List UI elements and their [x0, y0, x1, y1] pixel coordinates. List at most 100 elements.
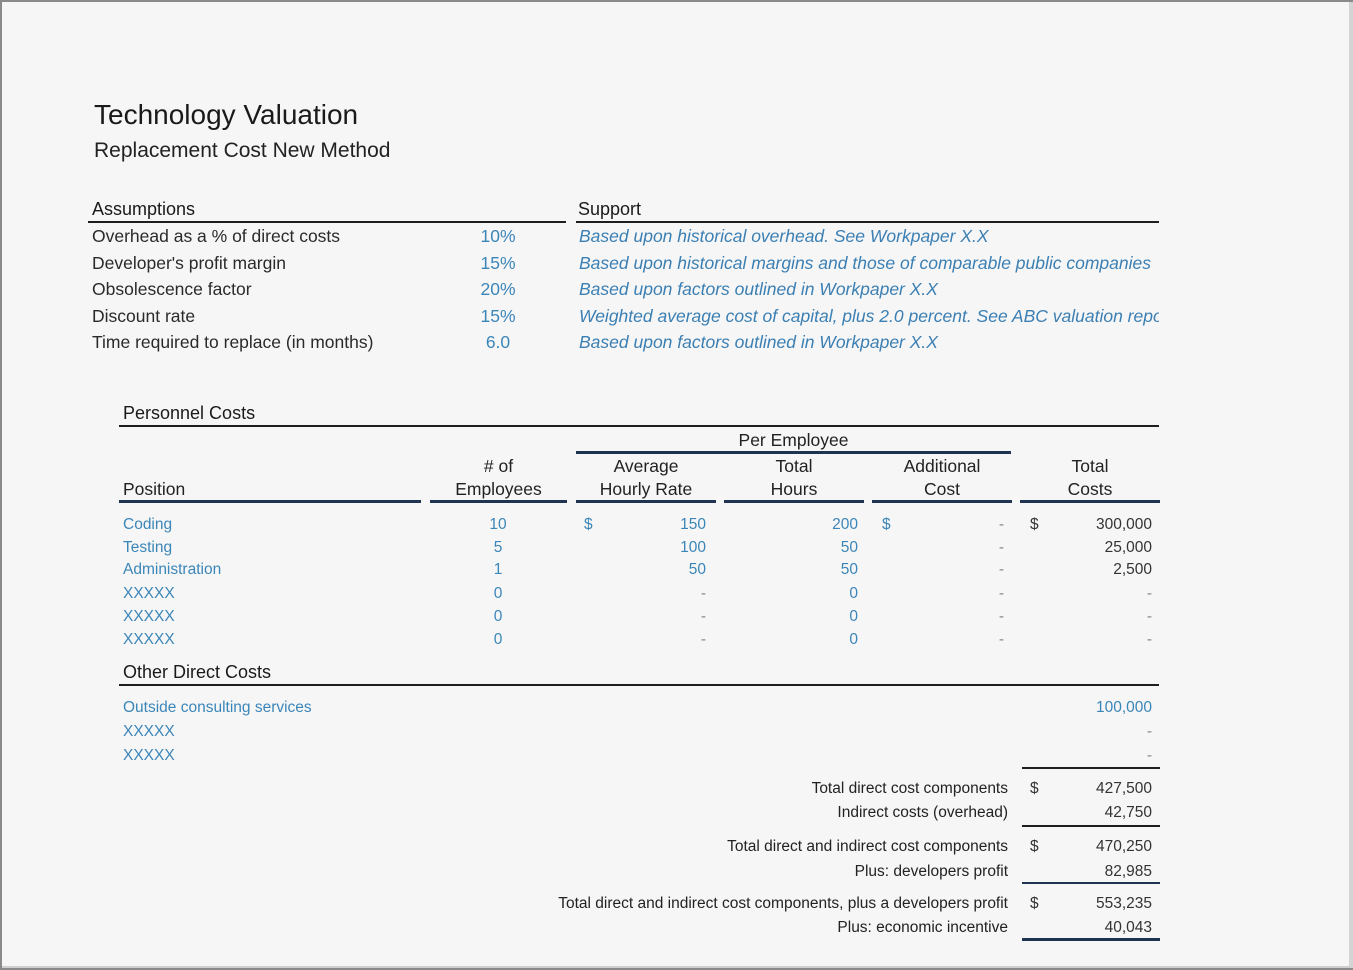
- hourly-rate-cell[interactable]: 100: [606, 539, 706, 557]
- assumption-value[interactable]: 15%: [468, 253, 528, 274]
- personnel-costs-header: Personnel Costs: [123, 403, 256, 423]
- per-employee-rule: [576, 451, 1011, 454]
- page-subtitle: Replacement Cost New Method: [94, 139, 391, 162]
- assumption-support[interactable]: Based upon historical overhead. See Work…: [579, 226, 1159, 247]
- additional-cost-cell[interactable]: -: [904, 516, 1004, 534]
- column-header-line: Cost: [924, 479, 960, 499]
- employees-cell[interactable]: 0: [468, 585, 528, 603]
- summary-value: 470,250: [1095, 838, 1152, 855]
- column-header-position: Position: [123, 479, 186, 499]
- summary-double-rule: [1022, 938, 1160, 941]
- per-employee-header: Per Employee: [738, 430, 849, 450]
- total-hours-cell[interactable]: 0: [758, 608, 858, 626]
- position-cell[interactable]: XXXXX: [123, 608, 175, 626]
- additional-cost-cell[interactable]: -: [904, 561, 1004, 579]
- assumption-label: Obsolescence factor: [92, 279, 252, 299]
- employees-cell[interactable]: 0: [468, 631, 528, 649]
- currency-symbol: $: [584, 516, 593, 533]
- additional-cost-cell[interactable]: -: [904, 585, 1004, 603]
- assumption-value[interactable]: 20%: [468, 279, 528, 300]
- assumption-support[interactable]: Based upon factors outlined in Workpaper…: [579, 279, 1159, 300]
- assumption-label: Developer's profit margin: [92, 253, 286, 273]
- total-hours-cell[interactable]: 50: [758, 561, 858, 579]
- summary-rule: [1022, 825, 1160, 827]
- assumption-label: Overhead as a % of direct costs: [92, 226, 341, 246]
- other-direct-label[interactable]: XXXXX: [123, 723, 175, 741]
- column-header-line: # of: [483, 456, 514, 476]
- total-costs-cell: -: [1146, 608, 1152, 625]
- additional-cost-cell[interactable]: -: [904, 539, 1004, 557]
- other-direct-label[interactable]: XXXXX: [123, 747, 175, 765]
- column-rule-additional-cost: [872, 500, 1012, 503]
- total-costs-cell: 2,500: [1113, 561, 1152, 578]
- column-header-line: Hours: [770, 479, 818, 499]
- assumption-value[interactable]: 6.0: [468, 332, 528, 353]
- position-cell[interactable]: Testing: [123, 539, 172, 557]
- additional-cost-cell[interactable]: -: [904, 608, 1004, 626]
- column-rule-hourly-rate: [576, 500, 716, 503]
- column-header-total-hours: Total Hours: [724, 455, 864, 501]
- total-costs-cell: 25,000: [1104, 539, 1152, 556]
- other-direct-value[interactable]: -: [1042, 723, 1152, 741]
- employees-cell[interactable]: 5: [468, 539, 528, 557]
- column-header-additional-cost: Additional Cost: [872, 455, 1012, 501]
- assumption-support[interactable]: Weighted average cost of capital, plus 2…: [579, 306, 1159, 327]
- worksheet-page: Technology Valuation Replacement Cost Ne…: [2, 2, 1353, 968]
- additional-cost-cell[interactable]: -: [904, 631, 1004, 649]
- summary-label: Indirect costs (overhead): [837, 804, 1008, 821]
- summary-value: 82,985: [1104, 863, 1152, 880]
- column-header-hourly-rate: Average Hourly Rate: [576, 455, 716, 501]
- total-costs-cell: -: [1146, 631, 1152, 648]
- assumption-value[interactable]: 10%: [468, 226, 528, 247]
- total-hours-cell[interactable]: 0: [758, 631, 858, 649]
- other-direct-label[interactable]: Outside consulting services: [123, 699, 312, 717]
- hourly-rate-cell[interactable]: -: [606, 585, 706, 603]
- total-hours-cell[interactable]: 200: [758, 516, 858, 534]
- column-rule-employees: [430, 500, 567, 503]
- column-header-line: Hourly Rate: [599, 479, 693, 499]
- position-cell[interactable]: XXXXX: [123, 631, 175, 649]
- summary-value: 40,043: [1104, 919, 1152, 936]
- column-header-line: Employees: [455, 479, 542, 499]
- total-costs-cell: 300,000: [1095, 516, 1152, 533]
- currency-symbol: $: [1030, 895, 1039, 912]
- position-cell[interactable]: XXXXX: [123, 585, 175, 603]
- column-header-line: Total: [1071, 456, 1109, 476]
- summary-value: 553,235: [1095, 895, 1152, 912]
- other-direct-costs-header: Other Direct Costs: [123, 662, 272, 682]
- summary-label: Plus: developers profit: [854, 863, 1008, 880]
- employees-cell[interactable]: 0: [468, 608, 528, 626]
- assumption-value[interactable]: 15%: [468, 306, 528, 327]
- column-header-line: Total: [775, 456, 813, 476]
- total-costs-cell: -: [1146, 585, 1152, 602]
- total-hours-cell[interactable]: 0: [758, 585, 858, 603]
- employees-cell[interactable]: 1: [468, 561, 528, 579]
- page-title: Technology Valuation: [94, 99, 359, 130]
- currency-symbol: $: [1030, 838, 1039, 855]
- other-direct-value[interactable]: -: [1042, 747, 1152, 765]
- column-header-line: Additional: [903, 456, 981, 476]
- assumptions-rule: [88, 221, 566, 223]
- summary-label: Plus: economic incentive: [837, 919, 1008, 936]
- column-header-employees: # of Employees: [430, 455, 567, 501]
- summary-value: 42,750: [1104, 804, 1152, 821]
- support-rule: [576, 221, 1159, 223]
- hourly-rate-cell[interactable]: -: [606, 608, 706, 626]
- column-rule-total-hours: [724, 500, 864, 503]
- assumption-support[interactable]: Based upon factors outlined in Workpaper…: [579, 332, 1159, 353]
- other-direct-value[interactable]: 100,000: [1042, 699, 1152, 717]
- position-cell[interactable]: Coding: [123, 516, 172, 534]
- hourly-rate-cell[interactable]: -: [606, 631, 706, 649]
- currency-symbol: $: [1030, 516, 1039, 533]
- assumption-support[interactable]: Based upon historical margins and those …: [579, 253, 1159, 274]
- hourly-rate-cell[interactable]: 50: [606, 561, 706, 579]
- column-header-line: Average: [613, 456, 679, 476]
- position-cell[interactable]: Administration: [123, 561, 221, 579]
- total-hours-cell[interactable]: 50: [758, 539, 858, 557]
- column-rule-position: [119, 500, 421, 503]
- personnel-rule: [119, 425, 1159, 427]
- summary-label: Total direct cost components: [811, 780, 1008, 797]
- hourly-rate-cell[interactable]: 150: [606, 516, 706, 534]
- employees-cell[interactable]: 10: [468, 516, 528, 534]
- column-header-total-costs: Total Costs: [1020, 455, 1160, 501]
